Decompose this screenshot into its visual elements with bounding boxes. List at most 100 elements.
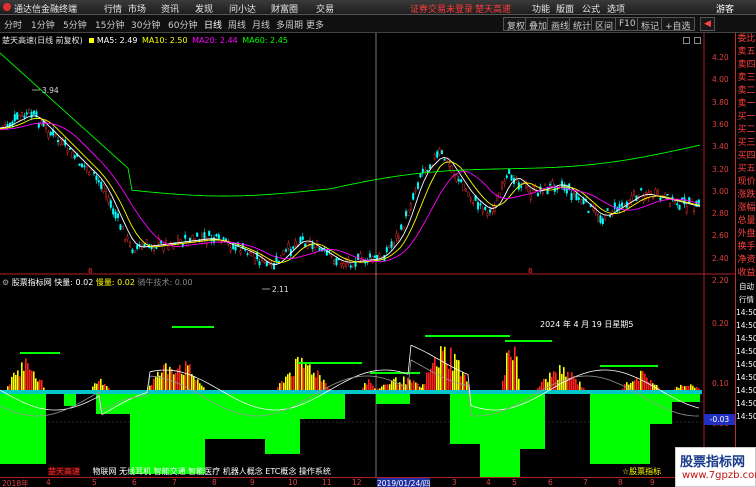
period-toolbar: 分时 1分钟 5分钟 15分钟 30分钟 60分钟 日线 周线 月线 多周期 更… xyxy=(0,15,756,33)
histogram-bar-up xyxy=(561,373,563,390)
period-tab-15min[interactable]: 15分钟 xyxy=(95,18,124,31)
histogram-bar-up xyxy=(646,377,648,390)
menu-item-market[interactable]: 行情 xyxy=(104,2,122,15)
menu-item-news[interactable]: 资讯 xyxy=(161,2,179,15)
interval-button[interactable]: 区间 xyxy=(591,17,618,32)
candle-body xyxy=(429,164,432,169)
histogram-bar-up xyxy=(7,386,9,390)
histogram-bar-up xyxy=(688,385,690,390)
candle-body xyxy=(657,190,660,195)
histogram-bar-up xyxy=(279,383,281,390)
period-tab-intraday[interactable]: 分时 xyxy=(4,18,22,31)
candle-body xyxy=(369,253,372,258)
signal-marker-1: 8 xyxy=(88,267,92,275)
histogram-bar-up xyxy=(512,360,514,390)
candle-body xyxy=(33,110,36,115)
candle-body xyxy=(340,263,343,266)
histogram-bar-up xyxy=(161,372,163,390)
histogram-bar-up xyxy=(676,386,678,390)
candle-body xyxy=(577,197,580,200)
histogram-bar-up xyxy=(285,376,287,390)
period-tab-more[interactable]: 更多 xyxy=(306,18,324,31)
candle-body xyxy=(393,243,396,246)
period-tab-5min[interactable]: 5分钟 xyxy=(63,18,87,31)
histogram-bar-up xyxy=(15,374,17,390)
menu-item-ask[interactable]: 问小达 xyxy=(229,2,256,15)
histogram-bar-up xyxy=(579,381,581,390)
side-panel-label: 14:50 xyxy=(736,321,756,330)
candle-body xyxy=(402,226,405,230)
histogram-bar-up xyxy=(442,350,444,390)
histogram-bar-up xyxy=(21,362,23,390)
menu-item-wealth[interactable]: 财富圈 xyxy=(271,2,298,15)
candle-body xyxy=(126,236,129,240)
side-panel-label: 卖四 xyxy=(737,60,756,70)
candle-body xyxy=(601,218,604,225)
histogram-bar-up xyxy=(563,367,565,390)
histogram-bar-up xyxy=(397,384,399,390)
mark-button[interactable]: 标记 xyxy=(637,17,664,32)
menu-item-options[interactable]: 选项 xyxy=(607,2,625,15)
histogram-bar-down xyxy=(205,394,265,439)
histogram-bar-down xyxy=(480,394,520,477)
side-panel-label: 卖二 xyxy=(737,86,756,96)
period-tab-monthly[interactable]: 月线 xyxy=(252,18,270,31)
period-tab-daily[interactable]: 日线 xyxy=(204,18,222,31)
histogram-bar-up xyxy=(287,374,289,390)
candle-body xyxy=(669,203,672,207)
candle-body xyxy=(532,185,535,192)
histogram-bar-up xyxy=(323,379,325,390)
f10-button[interactable]: F10 xyxy=(615,17,640,31)
menu-item-layout[interactable]: 版面 xyxy=(556,2,574,15)
period-tab-60min[interactable]: 60分钟 xyxy=(168,18,197,31)
candle-body xyxy=(299,237,302,244)
histogram-bar-up xyxy=(460,376,462,390)
menu-item-trade[interactable]: 交易 xyxy=(316,2,334,15)
period-tab-weekly[interactable]: 周线 xyxy=(228,18,246,31)
stock-tag: 楚天高速 xyxy=(48,467,80,476)
period-tab-multi[interactable]: 多周期 xyxy=(276,18,303,31)
price-tick: 3.20 xyxy=(712,164,729,174)
candle-body xyxy=(503,181,506,185)
histogram-bar-up xyxy=(456,359,458,390)
menu-item-markets[interactable]: 市场 xyxy=(128,2,146,15)
account-label[interactable]: 游客 xyxy=(716,2,734,15)
histogram-bar-up xyxy=(516,356,518,390)
candle-body xyxy=(16,112,19,120)
candle-body xyxy=(508,168,511,175)
histogram-bar-up xyxy=(436,366,438,390)
candle-body xyxy=(472,202,475,204)
menu-item-formula[interactable]: 公式 xyxy=(582,2,600,15)
histogram-bar-up xyxy=(450,347,452,390)
candle-body xyxy=(335,258,338,266)
histogram-bar-up xyxy=(506,352,508,390)
kline-chart[interactable]: 3.94 2.11 8 8 xyxy=(0,33,735,477)
histogram-bar-up xyxy=(391,380,393,390)
back-button[interactable]: ◀ xyxy=(700,17,715,31)
add-watchlist-button[interactable]: +自选 xyxy=(661,17,695,32)
histogram-bar-up xyxy=(181,373,183,390)
histogram-bar-up xyxy=(295,358,297,390)
date-tick: 5 xyxy=(92,478,97,487)
candle-body xyxy=(229,247,232,252)
period-tab-30min[interactable]: 30分钟 xyxy=(131,18,160,31)
histogram-bar-up xyxy=(189,364,191,390)
histogram-bar-up xyxy=(315,377,317,390)
menu-item-function[interactable]: 功能 xyxy=(532,2,550,15)
candle-body xyxy=(419,173,422,178)
histogram-bar-down xyxy=(672,394,700,402)
histogram-bar-up xyxy=(678,388,680,390)
candle-body xyxy=(85,166,88,171)
histogram-bar-up xyxy=(307,365,309,390)
histogram-bar-up xyxy=(183,374,185,390)
side-panel-label: 14:50 xyxy=(736,386,756,395)
candle-body xyxy=(253,257,256,265)
period-tab-1min[interactable]: 1分钟 xyxy=(31,18,55,31)
login-promo-link[interactable]: 证券交易未登录 xyxy=(410,2,473,15)
candle-body xyxy=(25,112,28,115)
histogram-bar-down xyxy=(64,394,76,406)
histogram-bar-down xyxy=(650,394,672,424)
candle-body xyxy=(527,186,530,193)
date-tick: 3 xyxy=(452,478,457,487)
menu-item-discover[interactable]: 发现 xyxy=(195,2,213,15)
